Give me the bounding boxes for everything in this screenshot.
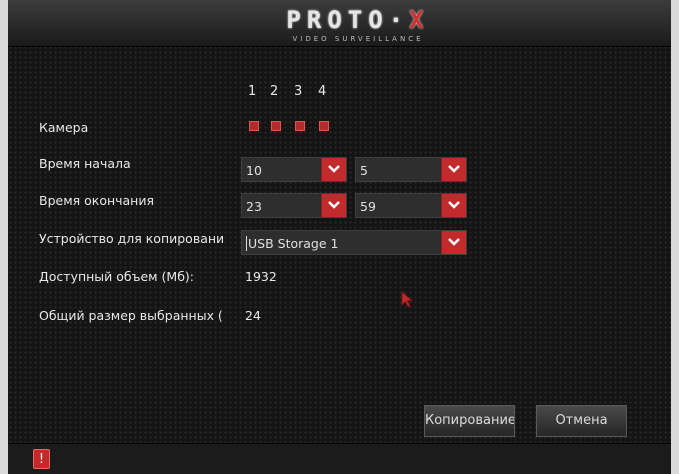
available-space-label: Доступный объем (Мб): (39, 269, 195, 284)
start-time-label: Время начала (39, 156, 131, 171)
start-hour-value: 10 (246, 163, 262, 178)
chevron-down-icon[interactable] (441, 158, 466, 181)
selected-size-value: 24 (245, 308, 261, 323)
status-bar: ! (8, 443, 671, 474)
selected-size-label: Общий размер выбранных ( (39, 308, 223, 323)
logo-subtitle: VIDEO SURVEILLANCE (292, 35, 424, 43)
available-space-value: 1932 (245, 269, 277, 284)
end-hour-value: 23 (246, 199, 262, 214)
channel-number-4: 4 (318, 84, 327, 99)
copy-button[interactable]: Копирование (424, 405, 515, 437)
channel-number-3: 3 (294, 84, 303, 99)
start-minute-select[interactable]: 5 (355, 157, 467, 182)
copy-device-label: Устройство для копировани (39, 231, 225, 246)
header-bar: PROTO·X VIDEO SURVEILLANCE (8, 0, 671, 47)
start-hour-select[interactable]: 10 (241, 157, 347, 182)
chevron-down-icon[interactable] (441, 194, 466, 217)
copy-device-select[interactable]: USB Storage 1 (241, 230, 467, 255)
logo-x: X (409, 6, 430, 34)
chevron-down-icon[interactable] (441, 231, 466, 254)
end-time-label: Время окончания (39, 193, 155, 208)
camera-checkbox-2[interactable] (271, 121, 281, 131)
mouse-pointer-icon (401, 291, 414, 308)
chevron-down-icon[interactable] (321, 158, 346, 181)
camera-checkbox-1[interactable] (249, 121, 259, 131)
dialog-frame: PROTO·X VIDEO SURVEILLANCE 1 2 3 4 Камер… (8, 0, 671, 474)
cancel-button[interactable]: Отмена (536, 405, 627, 437)
camera-label: Камера (39, 120, 89, 135)
brand-logo: PROTO·X VIDEO SURVEILLANCE (258, 6, 458, 44)
camera-checkbox-4[interactable] (319, 121, 329, 131)
end-minute-value: 59 (360, 199, 376, 214)
channel-number-1: 1 (248, 84, 257, 99)
logo-text: PROTO (286, 6, 389, 34)
start-minute-value: 5 (360, 163, 368, 178)
chevron-down-icon[interactable] (321, 194, 346, 217)
camera-checkbox-3[interactable] (295, 121, 305, 131)
info-icon[interactable]: ! (33, 449, 50, 469)
channel-number-2: 2 (270, 84, 279, 99)
end-minute-select[interactable]: 59 (355, 193, 467, 218)
end-hour-select[interactable]: 23 (241, 193, 347, 218)
copy-device-value: USB Storage 1 (246, 236, 339, 251)
